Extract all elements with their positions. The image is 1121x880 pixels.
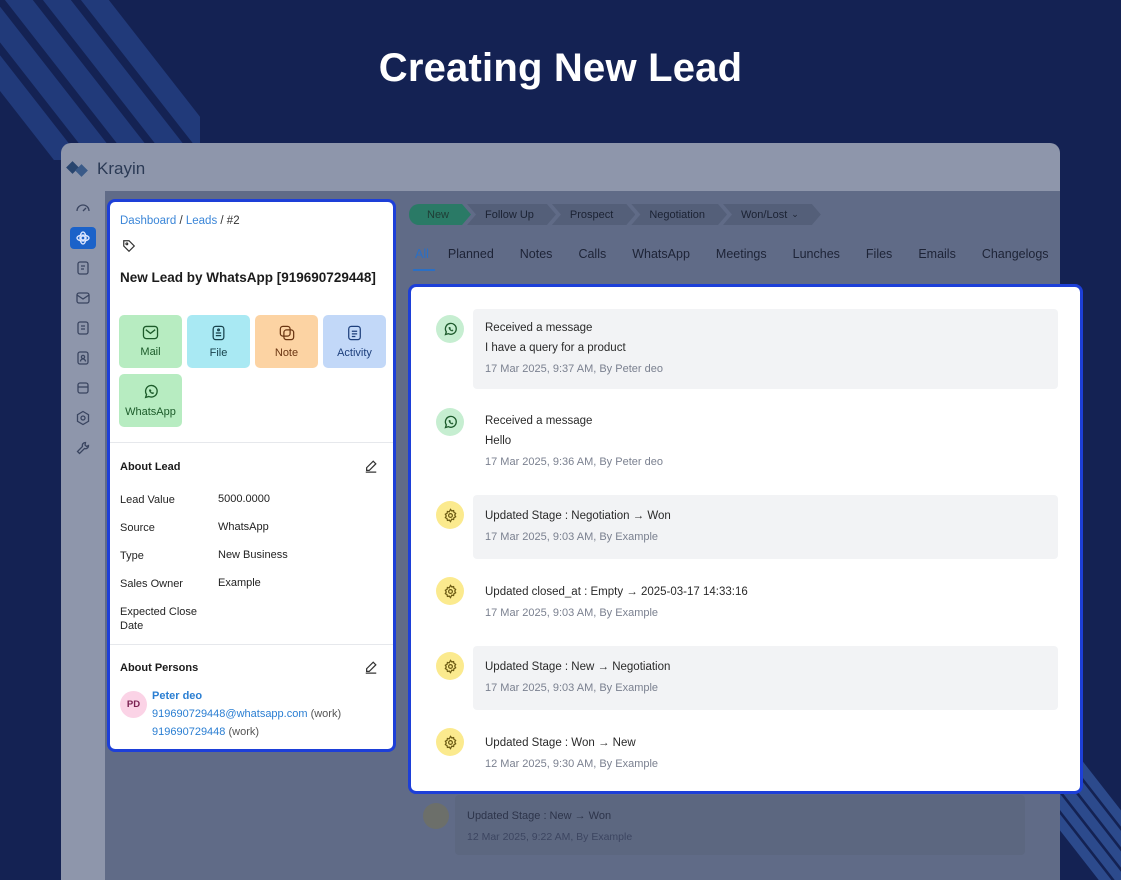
activity-title: Updated Stage : Won → New bbox=[485, 737, 636, 749]
products-icon[interactable] bbox=[70, 377, 96, 399]
activity-item: Updated Stage : New → Negotiation 17 Mar… bbox=[436, 646, 1061, 710]
activity-meta: 12 Mar 2025, 9:30 AM, By Example bbox=[485, 758, 659, 770]
activity-item: Updated Stage : Won → New 12 Mar 2025, 9… bbox=[436, 722, 1061, 782]
background-activity-item: Updated Stage : New → Won 12 Mar 2025, 9… bbox=[423, 795, 1025, 855]
whatsapp-icon bbox=[436, 315, 464, 343]
activity-title: Updated Stage : Negotiation → Won bbox=[485, 510, 671, 522]
attr-row: Lead Value 5000.0000 bbox=[120, 493, 270, 506]
tab-planned[interactable]: Planned bbox=[435, 247, 507, 271]
tab-files[interactable]: Files bbox=[853, 247, 905, 271]
person-email[interactable]: 919690729448@whatsapp.com (work) bbox=[152, 708, 341, 720]
activities-icon[interactable] bbox=[70, 317, 96, 339]
gear-icon bbox=[436, 652, 464, 680]
activity-meta: 17 Mar 2025, 9:37 AM, By Peter deo bbox=[485, 363, 663, 375]
activity-item: Received a message Hello 17 Mar 2025, 9:… bbox=[436, 402, 1061, 482]
file-icon bbox=[212, 325, 225, 340]
logo-text: Krayin bbox=[97, 159, 146, 178]
activity-item: Updated closed_at : Empty → 2025-03-17 1… bbox=[436, 571, 1061, 631]
background-activity-title: Updated Stage : New → Won bbox=[467, 810, 612, 822]
stage-won-lost[interactable]: Won/Lost ⌄ bbox=[723, 204, 821, 225]
attr-row: Expected Close Date bbox=[120, 606, 198, 632]
leads-icon[interactable] bbox=[70, 227, 96, 249]
activity-title: Updated Stage : New → Negotiation bbox=[485, 661, 671, 673]
chevron-down-icon: ⌄ bbox=[791, 209, 799, 219]
whatsapp-button[interactable]: WhatsApp bbox=[119, 374, 182, 427]
gear-icon bbox=[436, 728, 464, 756]
tab-changelogs[interactable]: Changelogs bbox=[969, 247, 1060, 271]
activity-body: I have a query for a product bbox=[485, 342, 626, 354]
stage-new[interactable]: New bbox=[409, 204, 471, 225]
page-headline: Creating New Lead bbox=[378, 46, 743, 90]
about-lead-title: About Lead bbox=[120, 461, 181, 473]
activity-tabs: All Planned Notes Calls WhatsApp Meeting… bbox=[413, 247, 1060, 271]
mail-icon[interactable] bbox=[70, 287, 96, 309]
activity-meta: 17 Mar 2025, 9:03 AM, By Example bbox=[485, 607, 659, 619]
tab-all[interactable]: All bbox=[413, 247, 435, 271]
breadcrumb: Dashboard / Leads / #2 bbox=[120, 215, 240, 227]
tab-meetings[interactable]: Meetings bbox=[703, 247, 780, 271]
activity-title: Updated closed_at : Empty → 2025-03-17 1… bbox=[485, 586, 748, 598]
mail-button[interactable]: Mail bbox=[119, 315, 182, 368]
divider bbox=[110, 644, 393, 645]
stage-negotiation[interactable]: Negotiation bbox=[631, 204, 727, 225]
note-button[interactable]: Note bbox=[255, 315, 318, 368]
stage-follow-up[interactable]: Follow Up bbox=[467, 204, 556, 225]
tab-calls[interactable]: Calls bbox=[565, 247, 619, 271]
attr-row: Sales Owner Example bbox=[120, 577, 261, 590]
stage-won-lost-label: Won/Lost bbox=[741, 208, 788, 221]
lead-actions: Mail File Note Activity WhatsApp bbox=[119, 315, 389, 427]
settings-icon[interactable] bbox=[70, 407, 96, 429]
background-activity-meta: 12 Mar 2025, 9:22 AM, By Example bbox=[467, 831, 633, 843]
quotes-icon[interactable] bbox=[70, 257, 96, 279]
activity-icon bbox=[348, 325, 361, 340]
activity-title: Received a message bbox=[485, 322, 593, 334]
edit-persons-icon[interactable] bbox=[364, 660, 378, 679]
mail-icon bbox=[142, 325, 159, 340]
tab-notes[interactable]: Notes bbox=[507, 247, 566, 271]
breadcrumb-dashboard[interactable]: Dashboard bbox=[120, 215, 176, 227]
gear-icon bbox=[436, 501, 464, 529]
lead-title: New Lead by WhatsApp [919690729448] bbox=[120, 270, 376, 285]
lead-attributes: Lead Value 5000.0000 Source WhatsApp Type N… bbox=[120, 493, 380, 633]
tag-icon[interactable] bbox=[122, 239, 136, 258]
activity-timeline-card: Received a message I have a query for a … bbox=[408, 284, 1083, 794]
activity-title: Received a message bbox=[485, 415, 593, 427]
person-name[interactable]: Peter deo bbox=[152, 690, 202, 702]
divider bbox=[110, 442, 393, 443]
sidebar bbox=[61, 193, 105, 880]
person-phone[interactable]: 919690729448 (work) bbox=[152, 726, 259, 738]
activity-meta: 17 Mar 2025, 9:03 AM, By Example bbox=[485, 682, 659, 694]
gear-icon bbox=[423, 803, 449, 829]
breadcrumb-current: #2 bbox=[226, 215, 240, 227]
contacts-icon[interactable] bbox=[70, 347, 96, 369]
activity-meta: 17 Mar 2025, 9:03 AM, By Example bbox=[485, 531, 659, 543]
breadcrumb-leads[interactable]: Leads bbox=[186, 215, 217, 227]
krayin-logo[interactable]: Krayin bbox=[66, 159, 146, 179]
stage-prospect[interactable]: Prospect bbox=[552, 204, 635, 225]
activity-body: Hello bbox=[485, 435, 512, 447]
file-button[interactable]: File bbox=[187, 315, 250, 368]
attr-row: Source WhatsApp bbox=[120, 521, 269, 534]
stage-pipeline: New Follow Up Prospect Negotiation Won/L… bbox=[409, 204, 817, 225]
configuration-icon[interactable] bbox=[70, 437, 96, 459]
dashboard-icon[interactable] bbox=[70, 197, 96, 219]
tab-emails[interactable]: Emails bbox=[905, 247, 969, 271]
activity-item: Received a message I have a query for a … bbox=[436, 309, 1061, 389]
about-persons-title: About Persons bbox=[120, 662, 199, 674]
lead-details-card: Dashboard / Leads / #2 New Lead by Whats… bbox=[107, 199, 396, 752]
activity-button[interactable]: Activity bbox=[323, 315, 386, 368]
activity-item: Updated Stage : Negotiation → Won 17 Mar… bbox=[436, 495, 1061, 559]
krayin-logo-icon bbox=[66, 161, 91, 177]
activity-meta: 17 Mar 2025, 9:36 AM, By Peter deo bbox=[485, 456, 663, 468]
avatar: PD bbox=[120, 691, 147, 718]
attr-row: Type New Business bbox=[120, 549, 288, 562]
edit-lead-icon[interactable] bbox=[364, 459, 378, 478]
whatsapp-icon bbox=[436, 408, 464, 436]
note-icon bbox=[279, 325, 294, 340]
gear-icon bbox=[436, 577, 464, 605]
tab-whatsapp[interactable]: WhatsApp bbox=[619, 247, 703, 271]
tab-lunches[interactable]: Lunches bbox=[780, 247, 853, 271]
whatsapp-icon bbox=[144, 384, 158, 398]
